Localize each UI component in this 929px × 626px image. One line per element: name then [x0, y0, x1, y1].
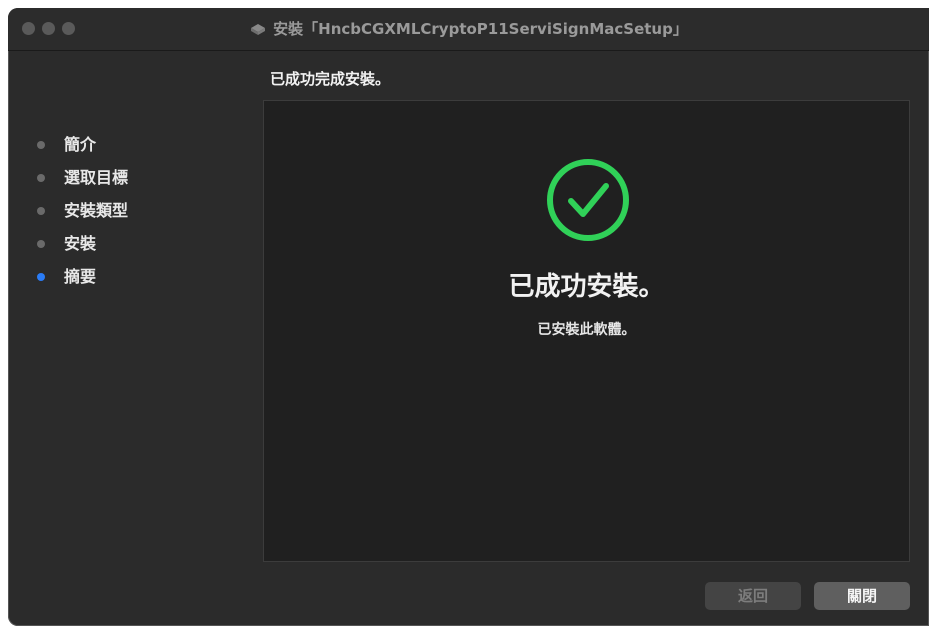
- success-title: 已成功安裝。: [508, 272, 665, 302]
- sidebar-item-label: 安裝類型: [64, 201, 129, 220]
- back-button[interactable]: 返回: [705, 582, 801, 610]
- sidebar-item-label: 摘要: [64, 267, 97, 286]
- sidebar-item-label: 簡介: [64, 135, 97, 154]
- steps-sidebar: 簡介 選取目標 安裝類型 安裝 摘要: [8, 128, 248, 293]
- window-title: 安裝「HncbCGXMLCryptoP11ServiSignMacSetup」: [273, 20, 688, 38]
- checkmark-circle-icon: [547, 159, 629, 241]
- step-dot-icon: [37, 240, 45, 248]
- sidebar-item-intro: 簡介: [8, 128, 248, 161]
- content-panel: 已成功安裝。 已安裝此軟體。: [263, 100, 910, 562]
- sidebar-item-label: 選取目標: [64, 168, 129, 187]
- sidebar-item-label: 安裝: [64, 234, 97, 253]
- title-bar[interactable]: 安裝「HncbCGXMLCryptoP11ServiSignMacSetup」: [8, 8, 929, 51]
- close-button[interactable]: 關閉: [814, 582, 910, 610]
- window-title-container: 安裝「HncbCGXMLCryptoP11ServiSignMacSetup」: [8, 8, 929, 50]
- sidebar-item-destination: 選取目標: [8, 161, 248, 194]
- step-dot-active-icon: [37, 273, 45, 281]
- sidebar-item-install-type: 安裝類型: [8, 194, 248, 227]
- installer-package-icon: [251, 24, 266, 35]
- step-dot-icon: [37, 174, 45, 182]
- step-dot-icon: [37, 207, 45, 215]
- installer-window: 安裝「HncbCGXMLCryptoP11ServiSignMacSetup」 …: [8, 8, 929, 626]
- success-message: 已安裝此軟體。: [537, 322, 636, 338]
- sidebar-item-summary: 摘要: [8, 260, 248, 293]
- page-subtitle: 已成功完成安裝。: [270, 70, 391, 88]
- sidebar-item-install: 安裝: [8, 227, 248, 260]
- step-dot-icon: [37, 141, 45, 149]
